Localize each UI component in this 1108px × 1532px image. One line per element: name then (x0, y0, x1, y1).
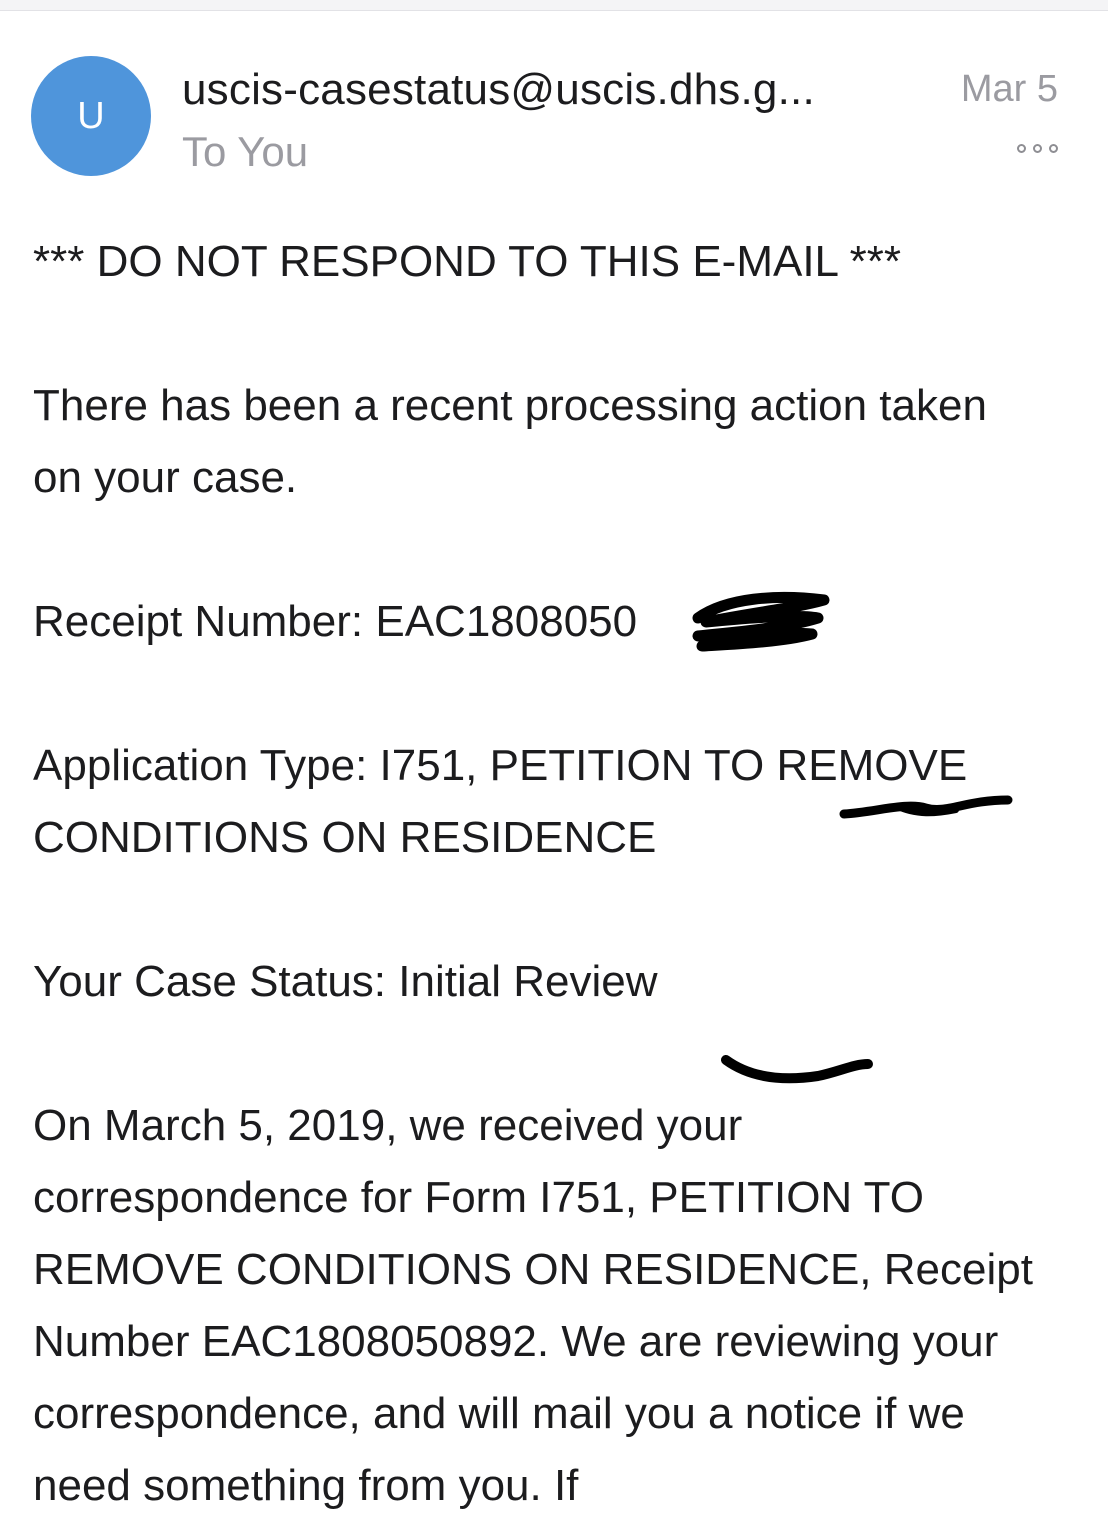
details-paragraph: On March 5, 2019, we received your corre… (33, 1101, 1033, 1510)
email-header: U uscis-casestatus@uscis.dhs.g... To You… (0, 0, 1108, 200)
email-date: Mar 5 (960, 68, 1058, 110)
ellipsis-icon (1033, 144, 1042, 153)
intro-paragraph: There has been a recent processing actio… (33, 381, 987, 502)
email-view: U uscis-casestatus@uscis.dhs.g... To You… (0, 0, 1108, 1532)
ellipsis-icon (1017, 144, 1026, 153)
do-not-respond-warning: *** DO NOT RESPOND TO THIS E-MAIL *** (33, 237, 901, 286)
avatar-letter: U (77, 95, 105, 137)
receipt-number-line: Receipt Number: EAC1808050 (33, 597, 638, 646)
more-options-button[interactable] (1017, 144, 1058, 153)
avatar[interactable]: U (31, 56, 151, 176)
ellipsis-icon (1049, 144, 1058, 153)
application-type-line: Application Type: I751, PETITION TO REMO… (33, 741, 968, 862)
case-status-line: Your Case Status: Initial Review (33, 957, 658, 1006)
sender-address[interactable]: uscis-casestatus@uscis.dhs.g... (182, 60, 922, 120)
recipient-label[interactable]: To You (182, 122, 308, 182)
email-body: *** DO NOT RESPOND TO THIS E-MAIL *** Th… (33, 226, 1063, 1522)
